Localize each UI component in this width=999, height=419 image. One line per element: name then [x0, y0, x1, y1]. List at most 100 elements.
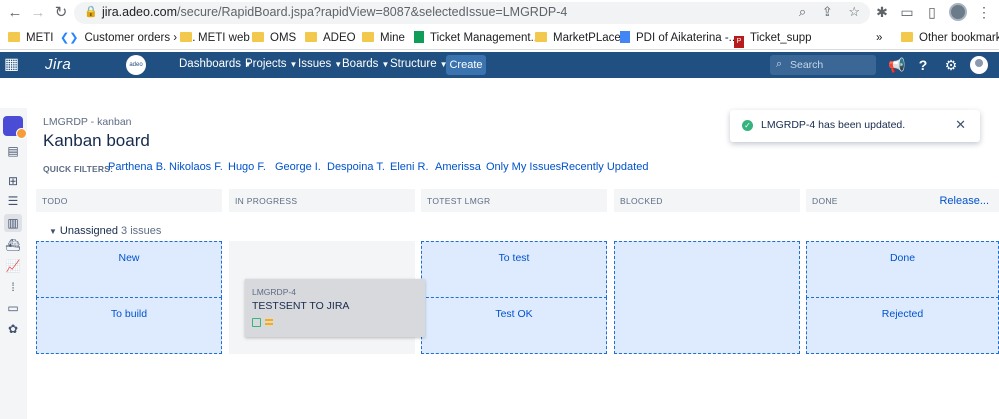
bookmark-item[interactable]: MarketPLace: [535, 30, 621, 46]
column-header-totest: TOTEST LMGR: [421, 189, 607, 213]
dropzone-new[interactable]: New: [36, 241, 222, 298]
menu-boards[interactable]: Boards ▼: [342, 58, 389, 70]
share-icon[interactable]: ⇪: [822, 4, 833, 19]
pdf-icon: P: [734, 36, 744, 48]
help-icon[interactable]: ?: [914, 56, 932, 74]
folder-icon: [8, 32, 20, 42]
sidepanel-icon[interactable]: ▯: [924, 4, 940, 20]
folder-icon: [252, 32, 264, 42]
extensions-icon[interactable]: ✱: [874, 4, 890, 20]
releases-icon[interactable]: ⛴: [4, 236, 22, 254]
bookmarks-bar: METI ❮❯ Customer orders › T... METI web O…: [0, 26, 999, 50]
folder-icon: [535, 32, 547, 42]
bookmark-item[interactable]: OMS: [252, 30, 296, 46]
quick-filter-parthena[interactable]: Parthena B.: [108, 161, 166, 173]
bookmark-item[interactable]: ❮❯ Customer orders › T...: [60, 30, 195, 46]
quick-filter-hugo[interactable]: Hugo F.: [228, 161, 266, 173]
project-sidebar: ▤ ⊞ ☰ ▥ ⛴ 📈 ⁞ ▭ ✿: [0, 108, 27, 419]
folder-icon: [180, 32, 192, 42]
browser-toolbar: ← → ↻ 🔒 jira.adeo.com/secure/RapidBoard.…: [0, 0, 999, 26]
menu-dashboards[interactable]: Dashboards ▼: [179, 58, 252, 70]
jira-header: ▦ Jira adeo Dashboards ▼ Projects ▼ Issues…: [0, 52, 999, 78]
bookmark-item[interactable]: PDI of Aikaterina -...: [620, 30, 738, 46]
star-icon[interactable]: ☆: [848, 4, 860, 19]
search-input[interactable]: ⌕ Search: [770, 55, 876, 75]
cast-icon[interactable]: ▭: [899, 4, 915, 20]
bookmark-item[interactable]: Mine: [362, 30, 405, 46]
column-header-done: DONE Release...: [806, 189, 999, 213]
success-check-icon: ✓: [742, 120, 753, 131]
quick-filter-george[interactable]: George I.: [275, 161, 321, 173]
issue-summary: TESTSENT TO JIRA: [252, 300, 350, 312]
components-icon[interactable]: ⁞: [4, 278, 22, 296]
dropzone-rejected[interactable]: Rejected: [806, 297, 999, 354]
dropzone-to-build[interactable]: To build: [36, 297, 222, 354]
addons-icon[interactable]: ✿: [4, 320, 22, 338]
bookmark-item[interactable]: Ticket Management...: [414, 30, 540, 46]
other-bookmarks[interactable]: Other bookmarks: [901, 30, 999, 46]
chevron-down-icon: ▼: [381, 60, 390, 69]
page-title: Kanban board: [43, 131, 150, 150]
bookmark-item[interactable]: METI: [8, 30, 53, 46]
priority-medium-icon: [265, 319, 273, 325]
release-link[interactable]: Release...: [939, 195, 989, 207]
app-switcher-icon[interactable]: ▦: [4, 56, 22, 74]
chevron-down-icon: ▼: [289, 60, 298, 69]
menu-structure[interactable]: Structure ▼: [390, 58, 448, 70]
menu-dots-icon[interactable]: ⋮: [976, 4, 992, 20]
settings-gear-icon[interactable]: ⚙: [942, 56, 960, 74]
folder-icon: [305, 32, 317, 42]
quick-filter-eleni[interactable]: Eleni R.: [390, 161, 429, 173]
dropzone-blocked[interactable]: [614, 241, 800, 354]
dropzone-to-test[interactable]: To test: [421, 241, 607, 298]
roadmap-icon[interactable]: ⊞: [4, 172, 22, 190]
dropzone-test-ok[interactable]: Test OK: [421, 297, 607, 354]
user-avatar[interactable]: [970, 56, 988, 74]
back-icon[interactable]: ←: [6, 4, 24, 22]
docs-icon: [620, 31, 630, 43]
chevron-down-icon: ▼: [334, 60, 343, 69]
bookmark-item[interactable]: P Ticket_supp: [734, 30, 812, 48]
issue-card[interactable]: LMGRDP-4 TESTSENT TO JIRA: [245, 279, 425, 337]
bookmark-item[interactable]: ADEO: [305, 30, 356, 46]
reports-icon[interactable]: 📈: [4, 257, 22, 275]
story-type-icon: [252, 318, 261, 327]
notifications-icon[interactable]: 📢: [888, 56, 906, 74]
lock-icon: 🔒: [84, 6, 98, 18]
folder-icon: [362, 32, 374, 42]
adeo-logo[interactable]: adeo: [126, 55, 146, 75]
issue-key: LMGRDP-4: [252, 287, 296, 297]
update-notification: ✓ LMGRDP-4 has been updated. ✕: [730, 110, 980, 142]
sheets-icon: [414, 31, 424, 43]
backlog-icon[interactable]: ▤: [4, 142, 22, 160]
forward-icon[interactable]: →: [29, 4, 47, 22]
menu-issues[interactable]: Issues ▼: [298, 58, 342, 70]
address-bar[interactable]: 🔒 jira.adeo.com/secure/RapidBoard.jspa?r…: [74, 2, 870, 24]
zoom-icon[interactable]: ⌕: [799, 4, 806, 19]
url-text: jira.adeo.com/secure/RapidBoard.jspa?rap…: [102, 5, 568, 19]
board-icon[interactable]: ▥: [4, 214, 22, 232]
jira-logo[interactable]: Jira: [45, 56, 71, 73]
quick-filter-amerissa[interactable]: Amerissa: [435, 161, 481, 173]
reload-icon[interactable]: ↻: [52, 4, 70, 22]
bookmark-item[interactable]: METI web: [180, 30, 250, 46]
close-icon[interactable]: ✕: [955, 117, 966, 133]
create-button[interactable]: Create: [446, 55, 486, 75]
project-avatar[interactable]: [3, 116, 27, 139]
menu-projects[interactable]: Projects ▼: [245, 58, 297, 70]
quick-filter-recently-updated[interactable]: Recently Updated: [561, 161, 648, 173]
dropzone-done[interactable]: Done: [806, 241, 999, 298]
column-header-blocked: BLOCKED: [614, 189, 800, 213]
swimlane-unassigned[interactable]: ▼ Unassigned 3 issues: [49, 225, 161, 237]
jira-icon: ❮❯: [60, 32, 79, 44]
quick-filter-nikolaos[interactable]: Nikolaos F.: [169, 161, 223, 173]
quick-filter-only-my-issues[interactable]: Only My Issues: [486, 161, 561, 173]
pages-icon[interactable]: ▭: [4, 299, 22, 317]
breadcrumb[interactable]: LMGRDP - kanban: [43, 116, 132, 128]
profile-avatar[interactable]: [949, 3, 967, 21]
more-bookmarks-icon[interactable]: »: [876, 30, 882, 46]
quick-filter-despoina[interactable]: Despoina T.: [327, 161, 385, 173]
issues-icon[interactable]: ☰: [4, 192, 22, 210]
quick-filters-label: QUICK FILTERS:: [43, 164, 114, 174]
search-icon: ⌕: [776, 58, 783, 70]
